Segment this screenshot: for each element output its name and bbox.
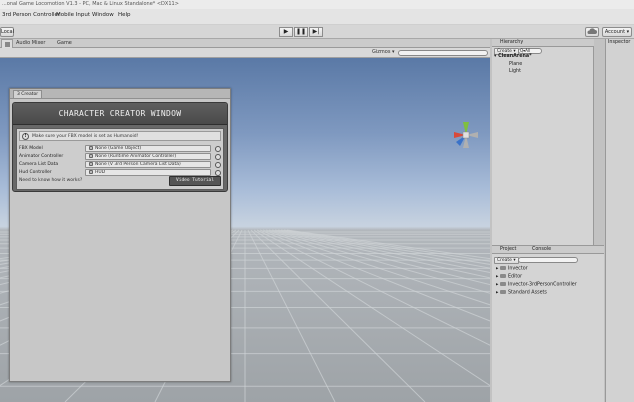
folder-label: Invector: [507, 266, 528, 272]
field-label: Camera List Data: [19, 162, 59, 167]
project-folder[interactable]: ▸ Invector: [496, 266, 528, 272]
tab-audio-mixer[interactable]: Audio Mixer: [13, 39, 48, 48]
object-picker-icon[interactable]: [215, 146, 221, 152]
search-filter-label: Q▾All: [520, 48, 531, 53]
project-search-input[interactable]: [518, 257, 578, 263]
dialog-tab-bar: 3 Creator: [10, 89, 230, 99]
project-folder[interactable]: ▸ Standard Assets: [496, 290, 547, 296]
scene-view-toolbar: Gizmos ▾: [0, 48, 490, 58]
menu-bar: 3rd Person Controller Mobile Input Windo…: [0, 9, 634, 25]
field-animator-controller: Animator Controller None (Runtime Animat…: [19, 153, 221, 161]
step-icon: ▶|: [312, 28, 320, 35]
hierarchy-tab-bar: Hierarchy: [492, 39, 594, 47]
game-tab-label: Game: [57, 40, 72, 46]
account-dropdown[interactable]: Account ▾: [602, 27, 632, 37]
character-creator-window: 3 Creator CHARACTER CREATOR WINDOW ! Mak…: [9, 88, 231, 382]
fbx-model-object-field[interactable]: None (Game Object): [85, 145, 211, 152]
info-icon: !: [22, 133, 29, 140]
info-message: Make sure your FBX model is set as Human…: [32, 134, 139, 139]
video-tutorial-button[interactable]: Video Tutorial: [169, 176, 221, 186]
folder-icon: [499, 290, 506, 294]
folder-label: Editor: [507, 274, 523, 280]
tab-console[interactable]: Console: [532, 247, 551, 252]
tutorial-note: Need to know how it works?: [19, 178, 83, 183]
folder-icon: [499, 282, 506, 286]
scene-orientation-gizmo-icon[interactable]: [452, 120, 480, 150]
field-value: HUD: [95, 170, 106, 175]
scene-name: CleanArena*: [498, 54, 532, 59]
tab-scene[interactable]: [1, 39, 13, 48]
field-label: Hud Controller: [19, 170, 52, 175]
project-folder[interactable]: ▸ Invector-3rdPersonController: [496, 282, 577, 288]
project-tab-bar: Project Console: [492, 245, 604, 254]
field-fbx-model: FBX Model None (Game Object): [19, 145, 221, 153]
hierarchy-scene-root[interactable]: ▾ CleanArena*: [494, 54, 532, 59]
object-picker-icon[interactable]: [215, 162, 221, 168]
cloud-button[interactable]: [585, 27, 599, 37]
menu-item-help[interactable]: Help: [118, 12, 131, 18]
folder-label: Standard Assets: [507, 290, 547, 296]
scene-search-input[interactable]: [398, 50, 488, 56]
object-icon: [89, 146, 93, 150]
menu-item-window[interactable]: Window: [92, 12, 114, 18]
scene-icon: [5, 42, 10, 47]
cloud-icon: [587, 28, 597, 34]
creator-body: ! Make sure your FBX model is set as Hum…: [16, 128, 224, 190]
play-icon: ▶: [283, 28, 289, 35]
gizmos-dropdown[interactable]: Gizmos ▾: [372, 49, 395, 55]
pivot-local-button[interactable]: Local: [0, 27, 14, 37]
field-value: None (Game Object): [95, 146, 142, 151]
field-value: None (Runtime Animator Controller): [95, 154, 177, 159]
object-icon: [89, 170, 93, 174]
hierarchy-item-light[interactable]: Light: [509, 69, 521, 74]
hierarchy-item-plane[interactable]: Plane: [509, 62, 522, 67]
folder-icon: [499, 266, 506, 270]
step-button[interactable]: ▶|: [309, 27, 323, 37]
pause-icon: ❚❚: [295, 28, 307, 35]
object-picker-icon[interactable]: [215, 154, 221, 160]
play-button[interactable]: ▶: [279, 27, 293, 37]
field-label: FBX Model: [19, 146, 43, 151]
animator-controller-object-field[interactable]: None (Runtime Animator Controller): [85, 153, 211, 160]
object-icon: [89, 154, 93, 158]
tab-game[interactable]: Game: [54, 39, 75, 48]
main-toolbar: Local ▶ ❚❚ ▶| Account ▾: [0, 25, 634, 39]
pause-button[interactable]: ❚❚: [294, 27, 308, 37]
dialog-tab[interactable]: 3 Creator: [13, 90, 43, 98]
window-titlebar: ...onal Game Locomotion V1.3 - PC, Mac &…: [0, 0, 634, 9]
tab-project[interactable]: Project: [500, 247, 516, 252]
camera-list-data-object-field[interactable]: None (V 3rd Person Camera List Data): [85, 161, 211, 168]
menu-item-mobile-input[interactable]: Mobile Input: [56, 12, 90, 18]
inspector-panel: Inspector: [605, 39, 634, 402]
audio-mixer-tab-label: Audio Mixer: [16, 40, 46, 46]
tab-hierarchy[interactable]: Hierarchy: [500, 40, 523, 45]
hierarchy-panel: Create ▾ Q▾All ▾ CleanArena* Plane Light: [492, 47, 594, 245]
folder-label: Invector-3rdPersonController: [507, 282, 577, 288]
project-panel: Create ▾ ▸ Invector ▸ Editor ▸ Invector-…: [492, 254, 604, 402]
right-dock: Hierarchy Create ▾ Q▾All ▾ CleanArena* P…: [490, 39, 634, 402]
folder-icon: [499, 274, 506, 278]
project-create-button[interactable]: Create ▾: [494, 257, 519, 264]
tab-inspector[interactable]: Inspector: [608, 40, 630, 45]
object-icon: [89, 162, 93, 166]
menu-item-3rd-person-controller[interactable]: 3rd Person Controller: [2, 12, 60, 18]
creator-panel: CHARACTER CREATOR WINDOW ! Make sure you…: [12, 102, 228, 192]
field-label: Animator Controller: [19, 154, 64, 159]
scene-tab-bar: Audio Mixer Game: [0, 39, 490, 48]
field-value: None (V 3rd Person Camera List Data): [95, 162, 181, 167]
project-folder[interactable]: ▸ Editor: [496, 274, 522, 280]
hud-controller-object-field[interactable]: HUD: [85, 169, 211, 176]
info-message-box: ! Make sure your FBX model is set as Hum…: [19, 131, 221, 141]
creator-header: CHARACTER CREATOR WINDOW: [13, 103, 227, 125]
field-camera-list-data: Camera List Data None (V 3rd Person Came…: [19, 161, 221, 169]
window-title: ...onal Game Locomotion V1.3 - PC, Mac &…: [2, 1, 179, 7]
